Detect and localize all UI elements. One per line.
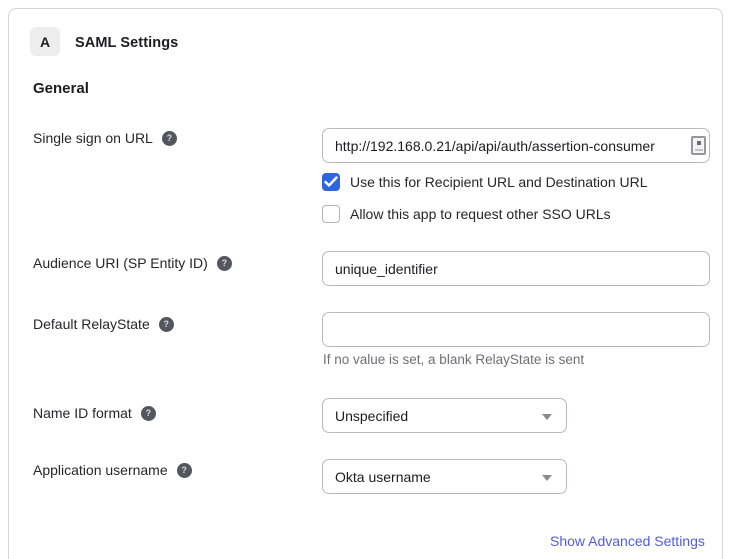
saml-settings-card: A SAML Settings General Single sign on U… — [8, 8, 723, 559]
section-badge-a: A — [30, 27, 60, 56]
app-username-select[interactable]: Okta username — [322, 459, 567, 494]
relay-state-input[interactable] — [322, 312, 710, 347]
sso-url-label-row: Single sign on URL ? — [33, 130, 177, 146]
recipient-url-checkbox[interactable] — [322, 173, 340, 191]
app-username-help-icon[interactable]: ? — [177, 463, 192, 478]
check-icon — [324, 176, 338, 188]
name-id-format-help-icon[interactable]: ? — [141, 406, 156, 421]
sso-url-help-icon[interactable]: ? — [162, 131, 177, 146]
saml-settings-screen: A SAML Settings General Single sign on U… — [0, 0, 732, 559]
section-heading-general: General — [33, 80, 89, 97]
sso-url-label: Single sign on URL — [33, 130, 153, 146]
relay-state-label-row: Default RelayState ? — [33, 316, 174, 332]
sso-url-input[interactable] — [322, 128, 710, 163]
app-username-selected-value: Okta username — [335, 469, 431, 485]
relay-state-label: Default RelayState — [33, 316, 150, 332]
recipient-url-checkbox-label: Use this for Recipient URL and Destinati… — [350, 174, 648, 190]
other-sso-checkbox[interactable] — [322, 205, 340, 223]
chevron-down-icon — [542, 414, 552, 420]
app-username-label-row: Application username ? — [33, 462, 192, 478]
relay-state-helper-text: If no value is set, a blank RelayState i… — [323, 352, 584, 367]
name-id-format-label: Name ID format — [33, 405, 132, 421]
name-id-format-label-row: Name ID format ? — [33, 405, 156, 421]
name-id-format-selected-value: Unspecified — [335, 408, 408, 424]
panel-title: SAML Settings — [75, 35, 178, 51]
other-sso-checkbox-row[interactable]: Allow this app to request other SSO URLs — [322, 205, 611, 223]
app-username-label: Application username — [33, 462, 168, 478]
audience-uri-input[interactable] — [322, 251, 710, 286]
recipient-url-checkbox-row[interactable]: Use this for Recipient URL and Destinati… — [322, 173, 648, 191]
audience-uri-label: Audience URI (SP Entity ID) — [33, 255, 208, 271]
other-sso-checkbox-label: Allow this app to request other SSO URLs — [350, 206, 611, 222]
name-id-format-select[interactable]: Unspecified — [322, 398, 567, 433]
show-advanced-settings-link[interactable]: Show Advanced Settings — [550, 533, 705, 549]
relay-state-help-icon[interactable]: ? — [159, 317, 174, 332]
password-manager-autofill-icon[interactable] — [691, 136, 706, 155]
audience-uri-label-row: Audience URI (SP Entity ID) ? — [33, 255, 232, 271]
chevron-down-icon — [542, 475, 552, 481]
audience-uri-help-icon[interactable]: ? — [217, 256, 232, 271]
